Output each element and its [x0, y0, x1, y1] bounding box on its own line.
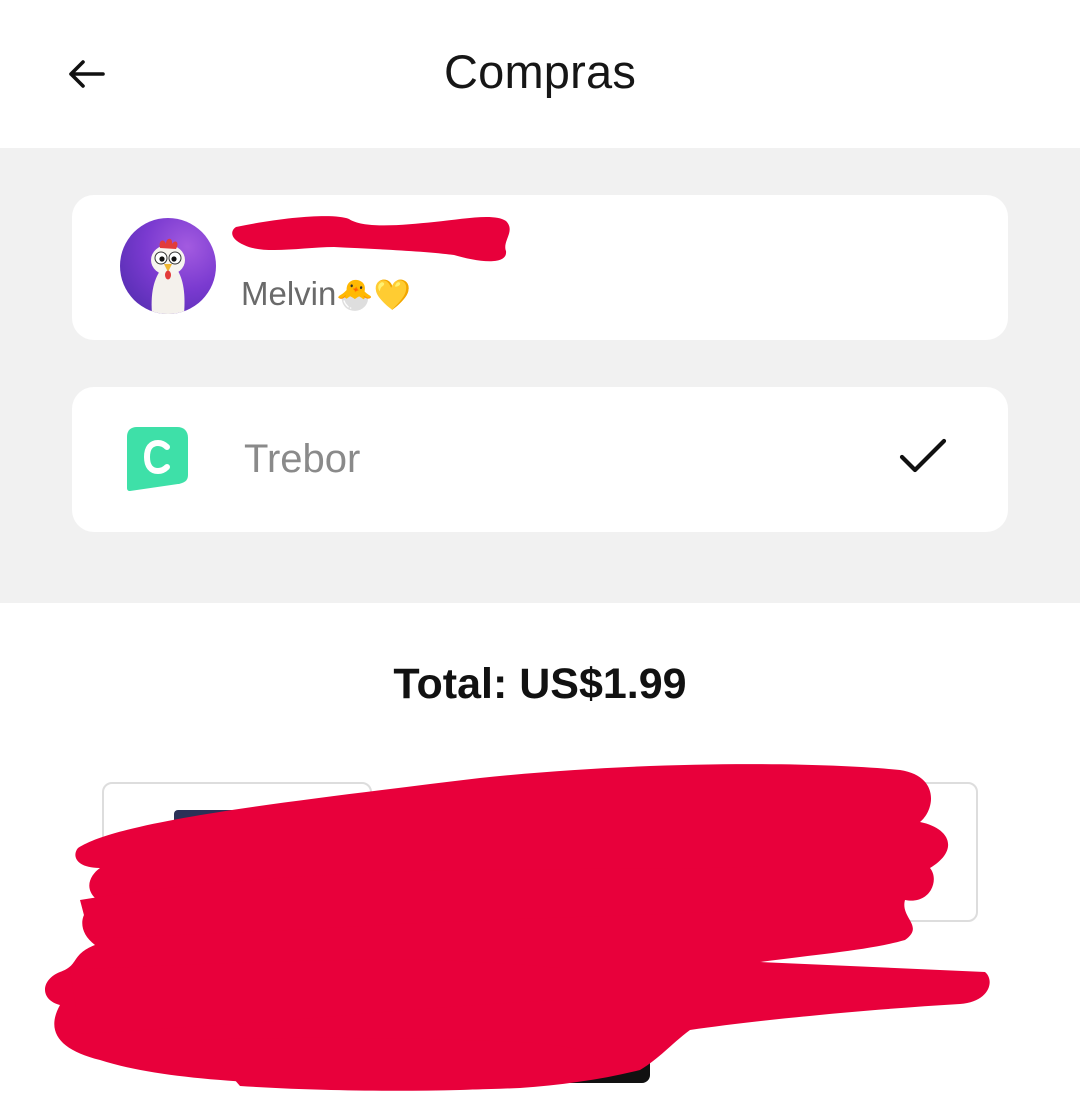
- purchase-page: Compras Melvin🐣💛 Trebor Total: US$1.99 u…: [0, 0, 1080, 1093]
- redaction-mark: [232, 216, 510, 262]
- user-emojis: 🐣💛: [336, 278, 412, 313]
- pay-button[interactable]: [470, 1035, 650, 1083]
- user-name: Melvin: [241, 275, 337, 312]
- card-image: [174, 810, 284, 850]
- checkmark-icon: [899, 438, 947, 473]
- avatar: [120, 218, 216, 314]
- top-bar: Compras: [0, 0, 1080, 148]
- app-account-option[interactable]: Trebor: [72, 387, 1008, 532]
- payment-method-option-2[interactable]: [700, 782, 978, 922]
- page-title: Compras: [443, 45, 637, 98]
- user-card: Melvin🐣💛: [72, 195, 1008, 340]
- app-name: Trebor: [244, 437, 361, 481]
- payment-label: uro u: [138, 1026, 213, 1059]
- user-display-name: Melvin🐣💛: [241, 275, 411, 313]
- app-logo-c-icon: [127, 427, 188, 491]
- chicken-avatar-icon: [151, 238, 185, 314]
- total-price: Total: US$1.99: [393, 660, 687, 708]
- payment-method-option[interactable]: [102, 782, 372, 922]
- account-section: Melvin🐣💛 Trebor: [0, 148, 1080, 603]
